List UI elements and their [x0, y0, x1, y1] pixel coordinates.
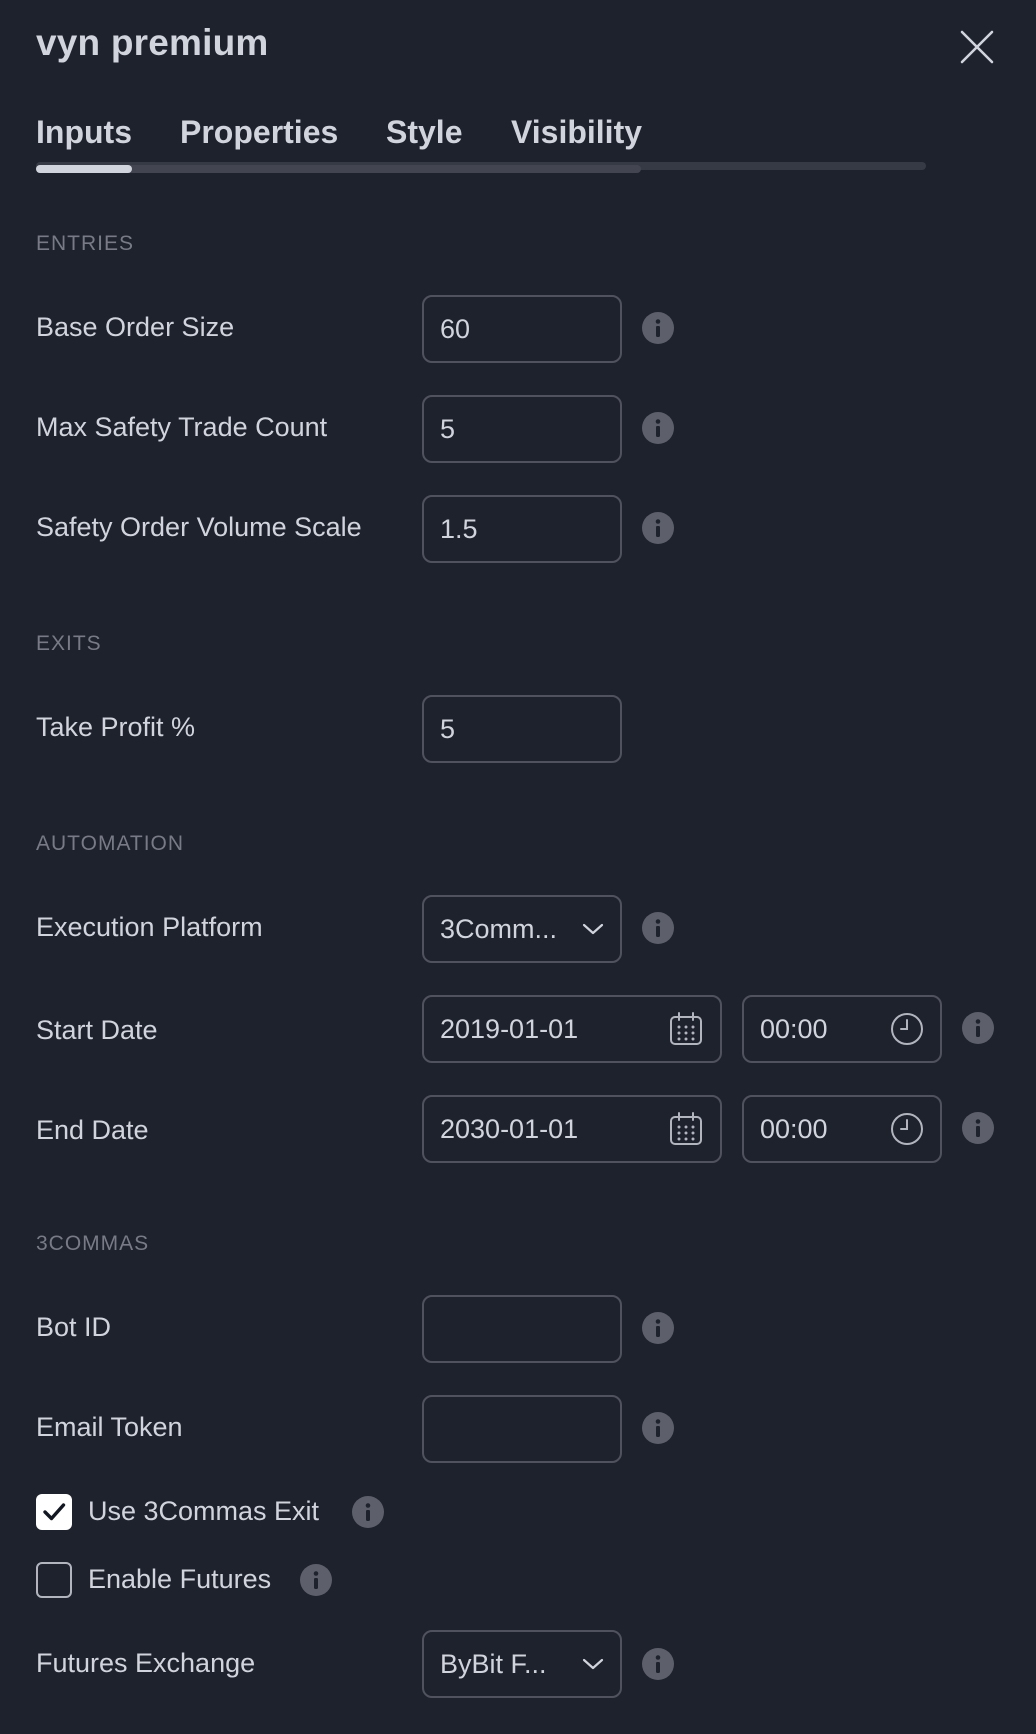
- start-time-value: 00:00: [760, 1013, 828, 1044]
- safety-order-volume-scale-field[interactable]: [422, 495, 622, 563]
- start-date-label: Start Date: [36, 1015, 158, 1045]
- execution-platform-select[interactable]: 3Comm...: [422, 895, 622, 963]
- section-entries: ENTRIES: [36, 232, 135, 255]
- email-token-field[interactable]: [422, 1395, 622, 1463]
- info-icon[interactable]: [642, 1412, 674, 1444]
- execution-platform-value: 3Comm...: [440, 913, 558, 944]
- email-token-input[interactable]: [440, 1413, 604, 1445]
- use-3commas-exit-checkbox[interactable]: [36, 1494, 72, 1530]
- tab-active-indicator: [36, 165, 132, 173]
- info-icon[interactable]: [352, 1496, 384, 1528]
- start-date-field[interactable]: 2019-01-01: [422, 995, 722, 1063]
- bot-id-input[interactable]: [440, 1313, 604, 1345]
- max-safety-trade-count-input[interactable]: [440, 413, 604, 445]
- tab-visibility[interactable]: Visibility: [511, 114, 642, 151]
- safety-order-volume-scale-input[interactable]: [440, 513, 604, 545]
- base-order-size-input[interactable]: [440, 313, 604, 345]
- section-3commas: 3COMMAS: [36, 1232, 150, 1255]
- chevron-down-icon: [582, 1658, 604, 1670]
- execution-platform-label: Execution Platform: [36, 912, 263, 942]
- close-button[interactable]: [958, 28, 996, 66]
- end-time-field[interactable]: 00:00: [742, 1095, 942, 1163]
- tab-style[interactable]: Style: [386, 114, 462, 151]
- chevron-down-icon: [582, 923, 604, 935]
- tab-inputs[interactable]: Inputs: [36, 114, 132, 151]
- info-icon[interactable]: [642, 1312, 674, 1344]
- bot-id-field[interactable]: [422, 1295, 622, 1363]
- use-3commas-exit-label[interactable]: Use 3Commas Exit: [88, 1496, 319, 1527]
- take-profit-field[interactable]: [422, 695, 622, 763]
- info-icon[interactable]: [642, 412, 674, 444]
- info-icon[interactable]: [962, 1112, 994, 1144]
- safety-order-volume-scale-label: Safety Order Volume Scale: [36, 512, 362, 542]
- take-profit-label: Take Profit %: [36, 712, 196, 742]
- info-icon[interactable]: [642, 1648, 674, 1680]
- info-icon[interactable]: [300, 1564, 332, 1596]
- section-automation: AUTOMATION: [36, 832, 185, 855]
- bot-id-label: Bot ID: [36, 1312, 112, 1342]
- base-order-size-label: Base Order Size: [36, 312, 235, 342]
- end-date-label: End Date: [36, 1115, 149, 1145]
- max-safety-trade-count-label: Max Safety Trade Count: [36, 412, 328, 442]
- calendar-icon[interactable]: [668, 1111, 704, 1147]
- max-safety-trade-count-field[interactable]: [422, 395, 622, 463]
- section-exits: EXITS: [36, 632, 102, 655]
- info-icon[interactable]: [642, 912, 674, 944]
- end-date-value: 2030-01-01: [440, 1113, 579, 1144]
- end-time-value: 00:00: [760, 1113, 828, 1144]
- checkmark-icon: [43, 1503, 66, 1521]
- clock-icon[interactable]: [890, 1112, 924, 1146]
- futures-exchange-value: ByBit F...: [440, 1648, 547, 1679]
- enable-futures-label[interactable]: Enable Futures: [88, 1564, 271, 1595]
- start-date-value: 2019-01-01: [440, 1013, 579, 1044]
- clock-icon[interactable]: [890, 1012, 924, 1046]
- tab-properties[interactable]: Properties: [180, 114, 338, 151]
- end-date-field[interactable]: 2030-01-01: [422, 1095, 722, 1163]
- info-icon[interactable]: [642, 512, 674, 544]
- close-icon: [960, 30, 994, 64]
- calendar-icon[interactable]: [668, 1011, 704, 1047]
- take-profit-input[interactable]: [440, 713, 604, 745]
- email-token-label: Email Token: [36, 1412, 183, 1442]
- futures-exchange-label: Futures Exchange: [36, 1648, 256, 1678]
- info-icon[interactable]: [642, 312, 674, 344]
- info-icon[interactable]: [962, 1012, 994, 1044]
- enable-futures-checkbox[interactable]: [36, 1562, 72, 1598]
- start-time-field[interactable]: 00:00: [742, 995, 942, 1063]
- dialog-title: vyn premium: [36, 22, 269, 63]
- futures-exchange-select[interactable]: ByBit F...: [422, 1630, 622, 1698]
- base-order-size-field[interactable]: [422, 295, 622, 363]
